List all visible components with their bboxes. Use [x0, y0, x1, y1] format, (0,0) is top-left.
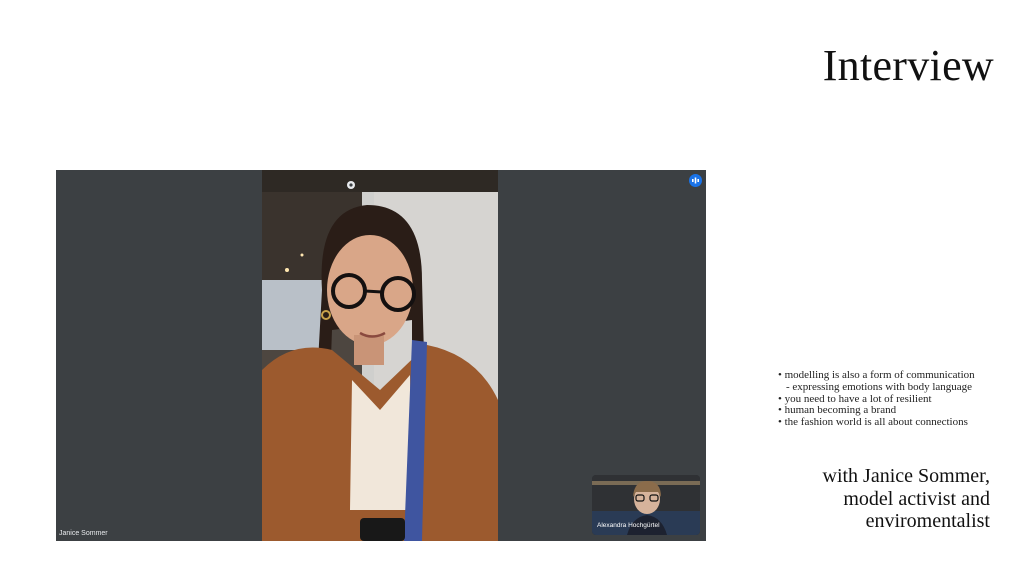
main-participant-name: Janice Sommer [59, 530, 108, 537]
slide-title: Interview [822, 41, 994, 90]
self-participant-name: Alexandra Hochgürtel [597, 522, 660, 529]
note-subitem: - expressing emotions with body language [786, 380, 973, 393]
audio-indicator-icon [689, 174, 702, 187]
video-call-window: Janice Sommer Alexandra Hochgürtel [56, 170, 706, 541]
participant-video-frame [262, 170, 498, 541]
subtitle-line: model activist and [843, 487, 990, 510]
interview-subtitle: with Janice Sommer, model activist and e… [823, 465, 991, 533]
subtitle-line: with Janice Sommer, [822, 465, 991, 487]
self-view-tile[interactable]: Alexandra Hochgürtel [592, 475, 700, 535]
interview-notes: • modelling is also a form of communicat… [778, 369, 975, 429]
main-participant-video[interactable] [262, 170, 498, 541]
pin-icon[interactable] [346, 175, 356, 189]
note-item: • the fashion world is all about connect… [778, 416, 968, 429]
subtitle-line: enviromentalist [865, 510, 990, 532]
